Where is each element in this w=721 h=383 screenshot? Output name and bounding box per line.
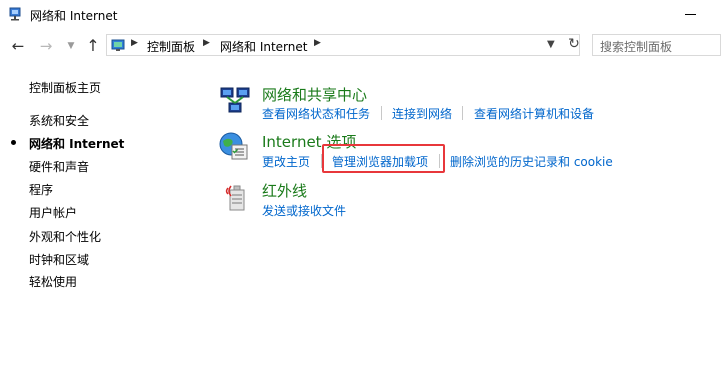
forward-arrow-icon[interactable]: → [38, 38, 54, 54]
sidebar-item-programs[interactable]: 程序 [29, 181, 53, 198]
infrared-title[interactable]: 红外线 [262, 180, 307, 201]
highlight-box [322, 144, 445, 173]
control-panel-icon [111, 39, 125, 51]
network-sharing-icon[interactable] [219, 85, 251, 117]
sidebar-item-user-accounts[interactable]: 用户帐户 [29, 204, 77, 221]
sidebar-item-control-panel-home[interactable]: 控制面板主页 [29, 79, 101, 96]
sidebar-item-hardware-sound[interactable]: 硬件和声音 [29, 158, 89, 175]
active-indicator-icon [11, 140, 16, 145]
address-bar[interactable]: ▶ 控制面板 ▶ 网络和 Internet ▶ ▼ ↻ [106, 34, 580, 56]
network-sharing-center-title[interactable]: 网络和共享中心 [262, 84, 367, 105]
navigation-bar: ← → ▼ ↑ ▶ 控制面板 ▶ 网络和 Internet ▶ ▼ ↻ 搜索控制… [0, 30, 721, 62]
infrared-icon[interactable] [222, 180, 254, 212]
back-arrow-icon[interactable]: ← [10, 38, 26, 54]
link-separator [381, 106, 382, 120]
address-dropdown-icon[interactable]: ▼ [547, 39, 555, 50]
recent-locations-chevron-icon[interactable]: ▼ [63, 38, 79, 54]
change-homepage-link[interactable]: 更改主页 [262, 153, 310, 170]
title-bar: 网络和 Internet [0, 0, 721, 30]
link-separator [462, 106, 463, 120]
view-network-computers-link[interactable]: 查看网络计算机和设备 [474, 105, 594, 122]
connect-to-network-link[interactable]: 连接到网络 [392, 105, 452, 122]
sidebar-item-network-internet: 网络和 Internet [29, 137, 125, 151]
search-placeholder: 搜索控制面板 [600, 40, 673, 54]
send-receive-files-link[interactable]: 发送或接收文件 [262, 202, 346, 219]
search-input[interactable]: 搜索控制面板 [592, 34, 721, 56]
chevron-right-icon[interactable]: ▶ [203, 38, 210, 48]
window-title: 网络和 Internet [30, 9, 118, 23]
internet-options-icon[interactable] [218, 131, 250, 163]
chevron-right-icon[interactable]: ▶ [314, 38, 321, 48]
breadcrumb-control-panel[interactable]: 控制面板 [147, 38, 195, 55]
sidebar-item-ease-of-access[interactable]: 轻松使用 [29, 273, 77, 290]
chevron-right-icon[interactable]: ▶ [131, 38, 138, 48]
refresh-icon[interactable]: ↻ [565, 36, 583, 54]
sidebar-item-clock-region[interactable]: 时钟和区域 [29, 251, 89, 268]
delete-browsing-history-link[interactable]: 删除浏览的历史记录和 cookie [450, 153, 613, 170]
sidebar-item-system-security[interactable]: 系统和安全 [29, 112, 89, 129]
up-arrow-icon[interactable]: ↑ [85, 38, 101, 54]
breadcrumb-network-internet[interactable]: 网络和 Internet [220, 38, 307, 55]
sidebar-item-appearance[interactable]: 外观和个性化 [29, 228, 101, 245]
network-icon [9, 7, 21, 21]
minimize-button[interactable] [685, 14, 696, 15]
view-network-status-link[interactable]: 查看网络状态和任务 [262, 105, 370, 122]
